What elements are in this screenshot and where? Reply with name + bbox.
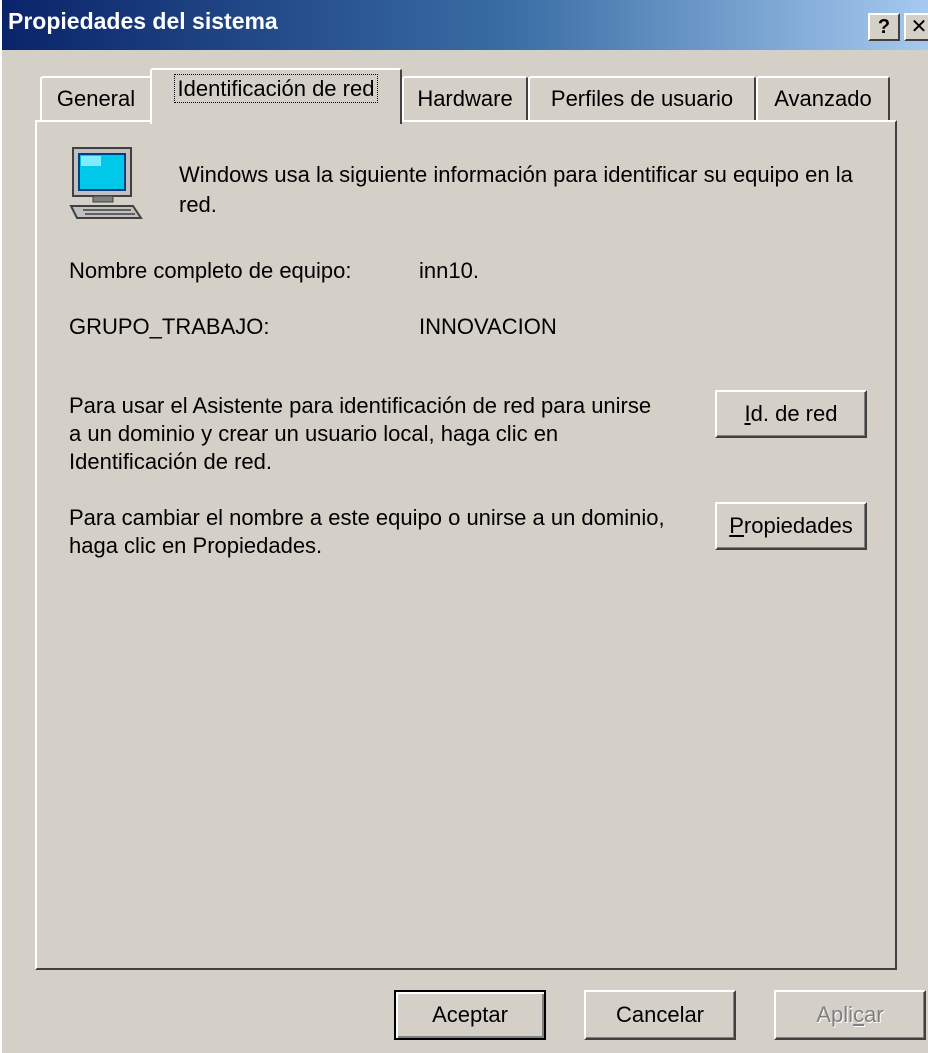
- computer-icon: [69, 147, 143, 219]
- network-id-button[interactable]: Id. de red: [715, 390, 867, 438]
- apply-button[interactable]: Aplicar: [774, 990, 926, 1040]
- mnemonic: P: [729, 513, 744, 538]
- rename-description: Para cambiar el nombre a este equipo o u…: [69, 505, 665, 558]
- full-name-label: Nombre completo de equipo:: [69, 258, 352, 283]
- ok-button[interactable]: Aceptar: [394, 990, 546, 1040]
- tab-avanzado[interactable]: Avanzado: [756, 76, 890, 120]
- button-label: ropiedades: [743, 513, 853, 538]
- button-label: d. de red: [750, 401, 838, 426]
- title-bar[interactable]: Propiedades del sistema ? ✕: [2, 0, 928, 50]
- tab-panel: Windows usa la siguiente información par…: [35, 120, 897, 970]
- tab-label: Identificación de red: [173, 74, 379, 103]
- close-button[interactable]: ✕: [904, 13, 928, 41]
- button-label: Apli: [816, 1002, 854, 1027]
- help-icon: ?: [877, 16, 891, 38]
- tab-identificacion-de-red[interactable]: Identificación de red: [150, 68, 402, 124]
- tab-label: Avanzado: [774, 86, 872, 111]
- tab-general[interactable]: General: [40, 76, 152, 120]
- tab-label: Hardware: [417, 86, 513, 111]
- workgroup-label: GRUPO_TRABAJO:: [69, 314, 270, 339]
- tab-label: General: [56, 86, 136, 111]
- workgroup-value: INNOVACION: [419, 314, 557, 339]
- cancel-button[interactable]: Cancelar: [584, 990, 736, 1040]
- properties-button[interactable]: Propiedades: [715, 502, 867, 550]
- help-button[interactable]: ?: [868, 13, 900, 41]
- full-name-value: inn10.: [419, 258, 479, 283]
- tab-hardware[interactable]: Hardware: [402, 76, 528, 120]
- wizard-description: Para usar el Asistente para identificaci…: [69, 393, 652, 474]
- system-properties-window: Propiedades del sistema ? ✕ General Iden…: [0, 0, 928, 1053]
- intro-text: Windows usa la siguiente información par…: [179, 162, 853, 217]
- tab-label: Perfiles de usuario: [550, 86, 734, 111]
- mnemonic: c: [853, 1002, 865, 1027]
- tab-perfiles-de-usuario[interactable]: Perfiles de usuario: [528, 76, 756, 120]
- window-title: Propiedades del sistema: [8, 8, 278, 34]
- close-icon: ✕: [910, 16, 928, 38]
- button-label: ar: [864, 1002, 884, 1027]
